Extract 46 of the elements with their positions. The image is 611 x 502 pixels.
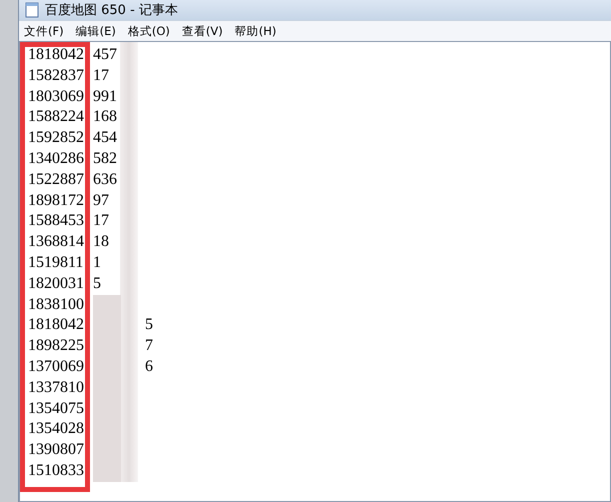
text-line: 1368814 bbox=[28, 232, 85, 252]
text-fragment: 97 bbox=[93, 190, 110, 211]
text-line: 1898172 bbox=[28, 190, 85, 211]
text-area[interactable] bbox=[19, 41, 611, 502]
text-fragment: 17 bbox=[93, 211, 110, 232]
text-line: 1370069 bbox=[28, 356, 85, 377]
window-title: 百度地图 650 - 记事本 bbox=[45, 2, 178, 19]
text-line: 1803069 bbox=[28, 86, 85, 107]
menu-item[interactable]: 文件(F) bbox=[19, 24, 69, 38]
text-line: 1340286 bbox=[28, 148, 85, 169]
text-line: 1337810 bbox=[28, 378, 85, 398]
text-line: 1588224 bbox=[28, 107, 85, 128]
text-fragment: 18 bbox=[93, 232, 110, 252]
text-line: 1390807 bbox=[28, 440, 85, 460]
text-fragment: 582 bbox=[93, 148, 118, 169]
text-line: 1820031 bbox=[28, 274, 85, 294]
text-line: 1354075 bbox=[28, 398, 85, 419]
text-fragment: 168 bbox=[93, 107, 118, 128]
text-line: 1582837 bbox=[28, 66, 85, 86]
text-line: 1592852 bbox=[28, 128, 85, 148]
text-fragment: 17 bbox=[93, 66, 110, 86]
text-fragment: 457 bbox=[93, 45, 118, 65]
text-line: 1588453 bbox=[28, 211, 85, 232]
text-line: 1522887 bbox=[28, 170, 85, 190]
text-fragment: 1 bbox=[93, 252, 102, 273]
text-fragment: 5 bbox=[145, 315, 153, 336]
notepad-icon bbox=[25, 2, 39, 18]
menu-item[interactable]: 查看(V) bbox=[176, 24, 228, 38]
menu-item[interactable]: 格式(O) bbox=[122, 24, 175, 38]
text-line: 1838100 bbox=[28, 294, 85, 315]
text-line: 1818042 bbox=[28, 45, 85, 65]
blur-patch bbox=[93, 460, 121, 482]
menu-item[interactable]: 编辑(E) bbox=[70, 24, 121, 38]
text-fragment: 6 bbox=[145, 356, 153, 377]
text-fragment: 5 bbox=[93, 274, 102, 294]
text-line: 1898225 bbox=[28, 336, 85, 356]
text-line: 1818042 bbox=[28, 315, 85, 336]
blur-patch bbox=[93, 294, 121, 316]
text-fragment: 991 bbox=[93, 86, 118, 107]
text-line: 1510833 bbox=[28, 460, 85, 481]
text-fragment: 454 bbox=[93, 128, 118, 148]
text-line: 1354028 bbox=[28, 419, 85, 440]
text-fragment: 7 bbox=[145, 336, 153, 356]
menu-item[interactable]: 帮助(H) bbox=[230, 24, 282, 38]
text-line: 1519811 bbox=[28, 252, 84, 273]
text-fragment: 636 bbox=[93, 170, 118, 190]
